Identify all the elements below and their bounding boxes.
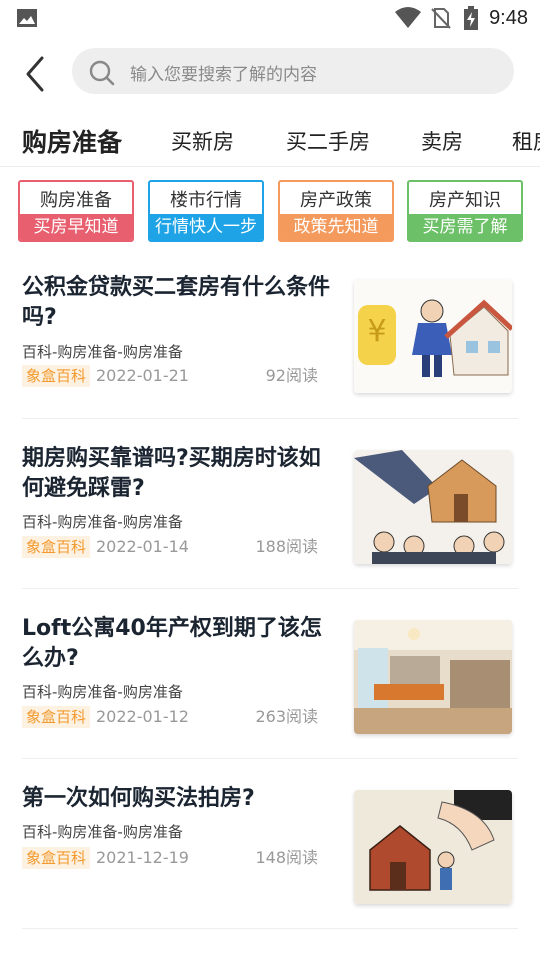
search-input[interactable]: 输入您要搜索了解的内容 bbox=[72, 48, 514, 94]
article-meta: 象盒百科 2022-01-12 263阅读 bbox=[22, 706, 322, 728]
battery-charging-icon bbox=[464, 6, 479, 30]
category-card-market[interactable]: 楼市行情 行情快人一步 bbox=[148, 180, 264, 242]
article-meta: 象盒百科 2022-01-14 188阅读 bbox=[22, 536, 322, 558]
category-card-policy[interactable]: 房产政策 政策先知道 bbox=[278, 180, 394, 242]
category-cards: 购房准备 买房早知道 楼市行情 行情快人一步 房产政策 政策先知道 房产知识 买… bbox=[0, 180, 540, 244]
article-meta: 象盒百科 2021-12-19 148阅读 bbox=[22, 847, 322, 869]
category-card-subtitle: 行情快人一步 bbox=[150, 214, 262, 240]
list-divider bbox=[22, 758, 518, 759]
article-source-tag: 象盒百科 bbox=[22, 847, 91, 869]
article-read-count: 148阅读 bbox=[255, 848, 318, 867]
list-divider bbox=[22, 588, 518, 589]
article-read-count: 92阅读 bbox=[265, 366, 318, 385]
article-thumbnail bbox=[354, 620, 512, 734]
category-card-prep[interactable]: 购房准备 买房早知道 bbox=[18, 180, 134, 242]
tabs-divider bbox=[0, 166, 540, 167]
article-category: 百科-购房准备-购房准备 bbox=[22, 683, 183, 701]
article-date: 2022-01-21 bbox=[96, 366, 189, 385]
no-sim-icon bbox=[431, 8, 451, 29]
article-title: 第一次如何购买法拍房? bbox=[22, 786, 255, 811]
article-category: 百科-购房准备-购房准备 bbox=[22, 823, 183, 841]
tab-buy-second-hand[interactable]: 买二手房 bbox=[286, 126, 370, 156]
search-icon bbox=[89, 60, 115, 86]
back-arrow-icon[interactable] bbox=[18, 54, 54, 94]
category-card-subtitle: 政策先知道 bbox=[280, 214, 392, 240]
category-card-title: 楼市行情 bbox=[170, 190, 242, 211]
category-card-knowledge[interactable]: 房产知识 买房需了解 bbox=[407, 180, 523, 242]
tab-buy-new[interactable]: 买新房 bbox=[171, 126, 234, 156]
article-date: 2022-01-14 bbox=[96, 537, 189, 556]
status-time: 9:48 bbox=[489, 6, 528, 29]
svg-text:¥: ¥ bbox=[367, 314, 386, 349]
list-divider bbox=[22, 928, 518, 929]
status-bar: 9:48 bbox=[0, 0, 540, 36]
article-category: 百科-购房准备-购房准备 bbox=[22, 343, 183, 361]
tab-sell[interactable]: 卖房 bbox=[421, 126, 463, 156]
article-thumbnail: ¥ bbox=[354, 279, 512, 393]
status-icons: 9:48 bbox=[395, 6, 528, 30]
image-icon bbox=[17, 9, 37, 27]
category-card-title: 房产政策 bbox=[300, 190, 372, 211]
article-title: 公积金贷款买二套房有什么条件吗? bbox=[22, 275, 331, 330]
article-category: 百科-购房准备-购房准备 bbox=[22, 513, 183, 531]
list-divider bbox=[22, 418, 518, 419]
article-read-count: 263阅读 bbox=[255, 707, 318, 726]
wifi-icon bbox=[395, 7, 422, 28]
article-source-tag: 象盒百科 bbox=[22, 536, 91, 558]
article-title: Loft公寓40年产权到期了该怎么办? bbox=[22, 616, 322, 671]
article-thumbnail bbox=[354, 450, 512, 564]
article-date: 2021-12-19 bbox=[96, 848, 189, 867]
article-meta: 象盒百科 2022-01-21 92阅读 bbox=[22, 365, 322, 387]
category-card-subtitle: 买房需了解 bbox=[409, 214, 521, 240]
tab-gouf-zhunbei[interactable]: 购房准备 bbox=[22, 126, 122, 159]
article-read-count: 188阅读 bbox=[255, 537, 318, 556]
article-thumbnail bbox=[354, 790, 512, 904]
category-tabs: 购房准备 买新房 买二手房 卖房 租房 bbox=[0, 126, 540, 166]
tab-rent[interactable]: 租房 bbox=[512, 126, 540, 156]
search-placeholder: 输入您要搜索了解的内容 bbox=[130, 65, 317, 85]
article-source-tag: 象盒百科 bbox=[22, 706, 91, 728]
article-title: 期房购买靠谱吗?买期房时该如何避免踩雷? bbox=[22, 446, 321, 501]
category-card-title: 房产知识 bbox=[429, 190, 501, 211]
article-date: 2022-01-12 bbox=[96, 707, 189, 726]
category-card-title: 购房准备 bbox=[40, 190, 112, 211]
category-card-subtitle: 买房早知道 bbox=[20, 214, 132, 240]
article-source-tag: 象盒百科 bbox=[22, 365, 91, 387]
